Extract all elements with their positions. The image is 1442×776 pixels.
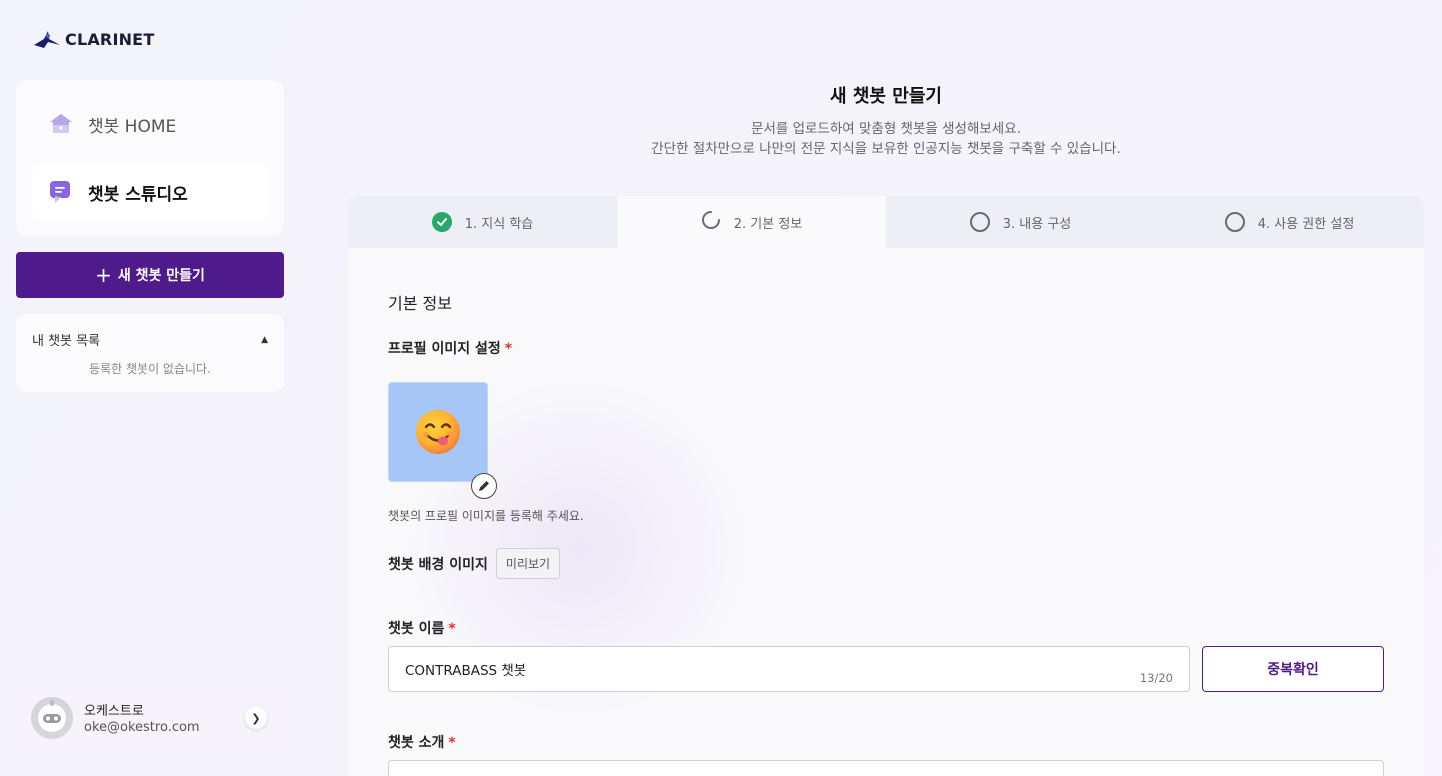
sidebar-item-home[interactable]: 챗봇 HOME [32,96,268,152]
char-counter: 13/20 [1139,671,1173,685]
sidebar-item-label: 챗봇 HOME [88,116,177,137]
chat-studio-icon [48,179,74,205]
step-label: 4. 사용 권한 설정 [1257,216,1355,232]
plus-icon: + [95,263,112,287]
app-name: CLARINET [65,29,155,49]
empty-list-message: 등록한 챗봇이 없습니다. [89,362,211,376]
required-mark: * [448,621,456,637]
step-permissions[interactable]: 4. 사용 권한 설정 [1155,196,1424,248]
step-basic-info[interactable]: 2. 기본 정보 [617,196,886,248]
robot-avatar-icon [31,697,73,739]
sidebar-nav: 챗봇 HOME 챗봇 스튜디오 [16,80,284,236]
section-title: 기본 정보 [388,294,452,313]
avatar [31,697,73,739]
chevron-up-icon[interactable]: ▲ [261,335,268,345]
profile-image-label: 프로필 이미지 설정 * [388,341,513,357]
new-chatbot-button[interactable]: + 새 챗봇 만들기 [16,252,284,298]
yum-face-emoji-icon [416,410,460,454]
sidebar-item-label: 챗봇 스튜디오 [88,184,188,205]
page-description-line-2: 간단한 절차만으로 나만의 전문 지식을 보유한 인공지능 챗봇을 구축할 수 … [651,141,1121,157]
step-content[interactable]: 3. 내용 구성 [886,196,1155,248]
step-knowledge[interactable]: 1. 지식 학습 [348,196,617,248]
empty-circle-icon [969,212,990,232]
duplicate-check-button[interactable]: 중복확인 [1202,646,1384,692]
profile-image-help: 챗봇의 프로필 이미지를 등록해 주세요. [388,509,584,523]
new-chatbot-label: 새 챗봇 만들기 [117,268,205,284]
chatbot-name-value: CONTRABASS 챗봇 [405,663,527,679]
check-circle-icon [431,212,452,232]
pencil-icon [479,481,489,491]
required-mark: * [504,341,513,357]
background-image-label: 챗봇 배경 이미지 [388,556,488,573]
required-mark: * [448,735,456,751]
chevron-right-icon[interactable]: ❯ [245,707,267,729]
my-chatbot-list-title: 내 챗봇 목록 [32,334,101,349]
edit-profile-image-button[interactable] [471,473,497,499]
basic-info-form: 기본 정보 프로필 이미지 설정 * 챗봇의 프로필 이미지를 등록해 주세요.… [348,248,1424,776]
chatbot-intro-input[interactable] [388,760,1384,776]
loading-spinner-icon [701,210,721,234]
my-chatbot-list: 내 챗봇 목록 ▲ 등록한 챗봇이 없습니다. [16,314,284,392]
chatbot-name-input[interactable]: CONTRABASS 챗봇 13/20 [388,646,1190,692]
background-image-row: 챗봇 배경 이미지 미리보기 [388,548,561,579]
app-logo[interactable]: CLARINET [32,28,154,50]
step-tabs: 1. 지식 학습 2. 기본 정보 3. 내용 구성 4. 사용 권한 설정 [348,196,1424,248]
profile-image-preview[interactable] [388,382,488,482]
clarinet-logo-icon [34,31,60,48]
sidebar-item-studio[interactable]: 챗봇 스튜디오 [32,164,268,220]
step-label: 3. 내용 구성 [1002,216,1072,232]
step-label: 1. 지식 학습 [464,216,534,232]
user-name: 오케스트로 [84,704,144,719]
home-icon [48,111,74,137]
chatbot-name-label: 챗봇 이름 * [388,621,456,637]
user-profile-card[interactable]: 오케스트로 oke@okestro.com ❯ [16,684,284,754]
step-label: 2. 기본 정보 [733,216,803,232]
page-title: 새 챗봇 만들기 [830,86,942,107]
empty-circle-icon [1224,212,1245,232]
page-description-line-1: 문서를 업로드하여 맞춤형 챗봇을 생성해보세요. [751,121,1021,137]
user-email: oke@okestro.com [84,720,200,735]
preview-button[interactable]: 미리보기 [495,548,561,579]
chatbot-intro-label: 챗봇 소개 * [388,735,456,751]
my-chatbot-list-header[interactable]: 내 챗봇 목록 ▲ [32,330,268,349]
